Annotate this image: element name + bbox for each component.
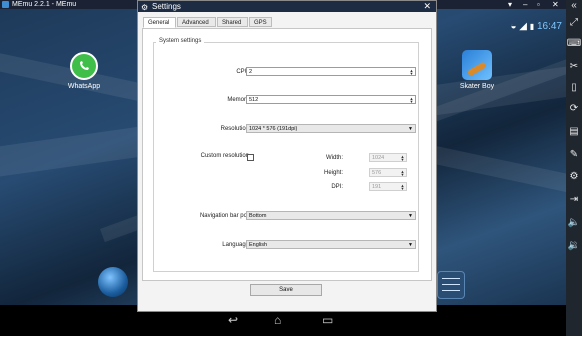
memu-logo-icon <box>2 1 9 8</box>
collapse-icon[interactable]: « <box>566 0 582 12</box>
restore-icon[interactable]: ▫ <box>537 0 540 9</box>
dpi-value: 191 <box>372 184 382 190</box>
general-panel: System settings CPU 2 ▲ ▼ Memory 512 ▲ ▼ R… <box>142 28 432 281</box>
emulator-toolbar: « ⤢ ⌨ ✂ ▯ ⟳ ▤ ✎ ⚙ ⇥ 🔈 🔉 <box>566 0 582 336</box>
navbar-position-select[interactable]: Bottom ▼ <box>246 211 416 220</box>
chevron-down-icon: ▼ <box>408 213 413 219</box>
browser-globe-icon[interactable] <box>98 267 128 297</box>
import-icon[interactable]: ⇥ <box>566 194 582 206</box>
tab-general[interactable]: General <box>143 17 176 28</box>
scissors-icon[interactable]: ✂ <box>566 61 582 73</box>
resolution-value: 1024 * 576 (191dpi) <box>249 126 298 132</box>
custom-resolution-checkbox[interactable] <box>247 154 254 161</box>
spin-arrows-icon[interactable]: ▲ ▼ <box>409 97 414 104</box>
spin-arrows-icon: ▲ ▼ <box>400 169 405 177</box>
minimize-icon[interactable]: – <box>523 0 527 9</box>
close-icon[interactable]: ✕ <box>423 1 431 12</box>
resolution-label: Resolution <box>220 126 249 132</box>
signal-icon: ◢ <box>519 21 527 32</box>
language-label: Language <box>222 242 249 248</box>
width-value: 1024 <box>372 155 385 161</box>
spin-arrows-icon: ▲ ▼ <box>400 154 405 162</box>
navbar-position-value: Bottom <box>249 213 267 219</box>
height-label: Height: <box>323 170 343 176</box>
dpi-spinbox[interactable]: 191 ▲ ▼ <box>369 182 407 191</box>
tab-gps[interactable]: GPS <box>249 17 272 27</box>
dpi-label: DPI: <box>331 184 343 190</box>
height-value: 576 <box>372 170 382 176</box>
custom-resolution-label: Custom resolution <box>200 153 249 159</box>
volume-down-icon[interactable]: 🔉 <box>566 240 582 252</box>
memory-spinbox[interactable]: 512 ▲ ▼ <box>246 95 416 104</box>
language-select[interactable]: English ▼ <box>246 240 416 249</box>
resolution-select[interactable]: 1024 * 576 (191dpi) ▼ <box>246 124 416 133</box>
fullscreen-icon[interactable]: ⤢ <box>566 17 582 29</box>
brush-icon[interactable]: ✎ <box>566 149 582 161</box>
settings-dialog: ⚙ Settings ✕ General Advanced Shared GPS… <box>137 0 437 312</box>
app-whatsapp[interactable]: WhatsApp <box>66 52 102 90</box>
group-title: System settings <box>156 38 205 44</box>
phone-icon[interactable]: ▯ <box>566 82 582 94</box>
dropdown-menu-icon[interactable]: ▾ <box>508 0 512 9</box>
rotate-icon[interactable]: ⟳ <box>566 103 582 115</box>
emulator-title: MEmu 2.2.1 - MEmu <box>12 1 77 8</box>
app-skater-boy[interactable]: Skater Boy <box>458 50 496 90</box>
memory-label: Memory <box>227 97 249 103</box>
app-label: WhatsApp <box>67 83 101 90</box>
android-status-bar: ◒ ◢ ▮ 16:47 <box>510 21 562 32</box>
dialog-title: Settings <box>152 2 181 11</box>
cpu-spinbox[interactable]: 2 ▲ ▼ <box>246 67 416 76</box>
width-label: Width: <box>325 155 343 161</box>
memory-value: 512 <box>249 97 259 103</box>
chevron-down-icon: ▼ <box>408 126 413 132</box>
language-value: English <box>249 242 268 248</box>
home-icon[interactable]: ⌂ <box>274 313 281 327</box>
apk-icon[interactable]: ▤ <box>566 126 582 138</box>
battery-icon: ▮ <box>529 22 535 31</box>
keyboard-icon[interactable]: ⌨ <box>566 38 582 50</box>
back-icon[interactable]: ↩ <box>228 313 238 327</box>
whatsapp-icon <box>70 52 98 80</box>
cpu-value: 2 <box>249 69 253 75</box>
skater-boy-icon <box>462 50 492 80</box>
settings-gear-icon: ⚙ <box>141 3 149 12</box>
settings-gear-icon[interactable]: ⚙ <box>566 171 582 183</box>
recent-apps-icon[interactable]: ▭ <box>322 313 333 327</box>
wifi-icon: ◒ <box>510 21 517 32</box>
settings-sliders-icon[interactable] <box>437 271 465 299</box>
tab-shared[interactable]: Shared <box>217 17 248 27</box>
close-window-icon[interactable]: ✕ <box>552 0 559 9</box>
chevron-down-icon: ▼ <box>408 242 413 248</box>
save-button[interactable]: Save <box>250 284 322 296</box>
volume-up-icon[interactable]: 🔈 <box>566 217 582 229</box>
clock: 16:47 <box>536 21 562 32</box>
spin-arrows-icon: ▲ ▼ <box>400 183 405 191</box>
height-spinbox[interactable]: 576 ▲ ▼ <box>369 168 407 177</box>
cpu-label: CPU <box>236 69 249 75</box>
tab-advanced[interactable]: Advanced <box>177 17 216 27</box>
dialog-title-bar: ⚙ Settings ✕ <box>138 1 436 12</box>
app-label: Skater Boy <box>459 83 495 90</box>
spin-arrows-icon[interactable]: ▲ ▼ <box>409 69 414 76</box>
width-spinbox[interactable]: 1024 ▲ ▼ <box>369 153 407 162</box>
